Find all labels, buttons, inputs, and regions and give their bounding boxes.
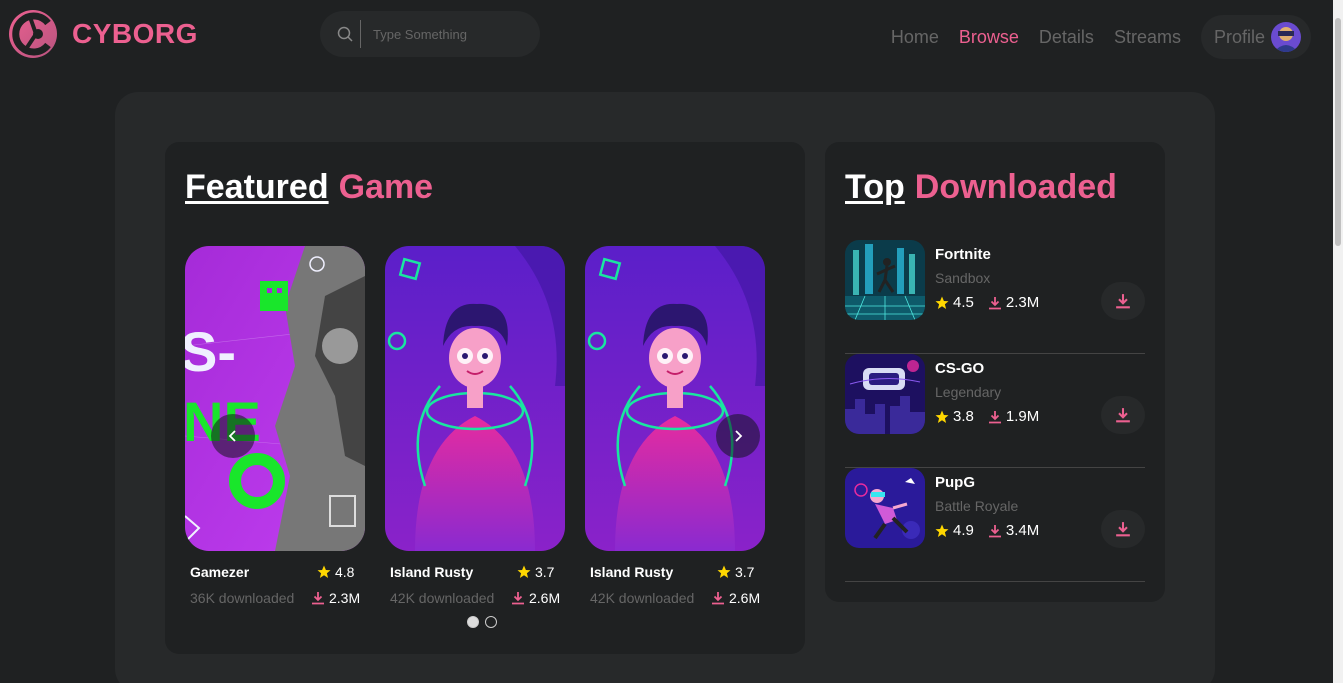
top-game-stats: 4.5 2.3M — [935, 294, 1039, 311]
game-downloads: 2.6M — [711, 590, 760, 606]
download-button[interactable] — [1101, 282, 1145, 320]
top-game-rating: 4.5 — [953, 294, 974, 311]
search-input[interactable] — [373, 26, 523, 42]
game-title: Gamezer — [190, 564, 250, 580]
top-game-downloads: 1.9M — [1005, 408, 1040, 425]
top-game-genre: Legendary — [935, 384, 1002, 400]
game-downloads: 2.6M — [511, 590, 560, 606]
top-game-genre: Sandbox — [935, 270, 991, 286]
carousel-dot-2[interactable] — [485, 616, 497, 628]
game-downloaded-count: 42K downloaded — [390, 590, 495, 606]
game-downloads-value: 2.6M — [529, 590, 561, 606]
nav-home[interactable]: Home — [891, 27, 939, 48]
download-icon — [1116, 522, 1130, 537]
nav-details[interactable]: Details — [1039, 27, 1094, 48]
top-game-name: Fortnite — [935, 246, 991, 263]
brand-name: CYBORG — [72, 18, 198, 49]
search-icon[interactable] — [336, 25, 354, 43]
logo[interactable]: CYBORG — [8, 9, 198, 59]
download-icon — [512, 592, 524, 605]
chevron-right-icon — [735, 430, 743, 442]
scrollbar-thumb[interactable] — [1335, 18, 1341, 246]
top-game-thumbnail — [845, 240, 925, 320]
game-card[interactable]: Island Rusty 3.7 42K downloaded 2.6M — [585, 246, 765, 606]
top-title-white: Top — [845, 168, 905, 206]
game-title: Island Rusty — [590, 564, 674, 580]
star-icon — [517, 565, 531, 578]
top-game-downloads: 3.4M — [1005, 522, 1040, 539]
download-icon — [1116, 408, 1130, 423]
star-icon — [317, 565, 331, 578]
profile-button[interactable]: Profile — [1200, 15, 1311, 59]
top-game-thumbnail — [845, 468, 925, 548]
download-button[interactable] — [1101, 396, 1145, 434]
page-scrollbar[interactable] — [1333, 0, 1343, 683]
carousel-prev-button[interactable] — [211, 414, 255, 458]
main-container: Featured Game S- Gamezer 4.8 36K downloa… — [115, 92, 1215, 683]
game-card-image — [385, 246, 565, 551]
top-game-stats: 3.8 1.9M — [935, 408, 1039, 425]
game-title: Island Rusty — [390, 564, 474, 580]
top-title-pink: Downloaded — [914, 168, 1117, 206]
top-game-item[interactable]: CS-GO Legendary 3.8 1.9M — [845, 354, 1145, 468]
game-rating-value: 3.7 — [535, 564, 555, 580]
top-game-thumbnail — [845, 354, 925, 434]
download-icon — [712, 592, 724, 605]
top-game-name: CS-GO — [935, 360, 985, 377]
top-game-item[interactable]: PupG Battle Royale 4.9 3.4M — [845, 468, 1145, 582]
game-downloaded-count: 36K downloaded — [190, 590, 295, 606]
chevron-left-icon — [228, 430, 236, 442]
game-downloads-value: 2.6M — [729, 590, 761, 606]
game-rating: 3.7 — [517, 564, 554, 580]
download-icon — [312, 592, 324, 605]
download-icon — [988, 296, 1001, 309]
nav-streams[interactable]: Streams — [1114, 27, 1181, 48]
search-divider — [360, 20, 361, 48]
download-icon — [1116, 294, 1130, 309]
svg-text:S-: S- — [185, 320, 236, 383]
profile-label: Profile — [1213, 26, 1265, 47]
featured-heading: Featured Game — [185, 168, 433, 207]
logo-icon — [9, 10, 57, 58]
carousel-dot-1[interactable] — [467, 616, 479, 628]
game-rating-value: 4.8 — [335, 564, 355, 580]
game-downloads: 2.3M — [311, 590, 360, 606]
top-game-genre: Battle Royale — [935, 498, 1019, 514]
star-icon — [935, 296, 949, 309]
featured-title-white: Featured — [185, 168, 329, 206]
top-downloaded-section: Top Downloaded Fortnite Sandbox 4.5 2.3M… — [825, 142, 1165, 602]
game-card[interactable]: Island Rusty 3.7 42K downloaded 2.6M — [385, 246, 565, 606]
header: CYBORG Home Browse Details Streams Profi… — [0, 0, 1333, 68]
game-rating: 4.8 — [317, 564, 354, 580]
top-game-rating: 4.9 — [953, 522, 974, 539]
main-nav: Home Browse Details Streams Profile — [871, 15, 1311, 59]
featured-section: Featured Game S- Gamezer 4.8 36K downloa… — [165, 142, 805, 654]
game-downloaded-count: 42K downloaded — [590, 590, 695, 606]
top-downloaded-heading: Top Downloaded — [845, 168, 1117, 207]
carousel-next-button[interactable] — [716, 414, 760, 458]
game-card[interactable]: S- NE Gamezer 4.8 36K downloaded 2.3M — [185, 246, 365, 606]
top-game-downloads: 2.3M — [1005, 294, 1040, 311]
game-rating-value: 3.7 — [735, 564, 755, 580]
download-icon — [988, 524, 1001, 537]
star-icon — [717, 565, 731, 578]
game-card-image — [585, 246, 765, 551]
game-downloads-value: 2.3M — [329, 590, 361, 606]
avatar — [1271, 22, 1301, 52]
top-game-name: PupG — [935, 474, 975, 491]
star-icon — [935, 524, 949, 537]
featured-title-pink: Game — [338, 168, 434, 206]
star-icon — [935, 410, 949, 423]
search-bar — [320, 11, 540, 57]
download-button[interactable] — [1101, 510, 1145, 548]
download-icon — [988, 410, 1001, 423]
game-card-image: S- NE — [185, 246, 365, 551]
top-game-rating: 3.8 — [953, 408, 974, 425]
game-rating: 3.7 — [717, 564, 754, 580]
carousel-dots — [467, 616, 503, 628]
nav-browse[interactable]: Browse — [959, 27, 1019, 48]
top-game-stats: 4.9 3.4M — [935, 522, 1039, 539]
top-game-item[interactable]: Fortnite Sandbox 4.5 2.3M — [845, 240, 1145, 354]
